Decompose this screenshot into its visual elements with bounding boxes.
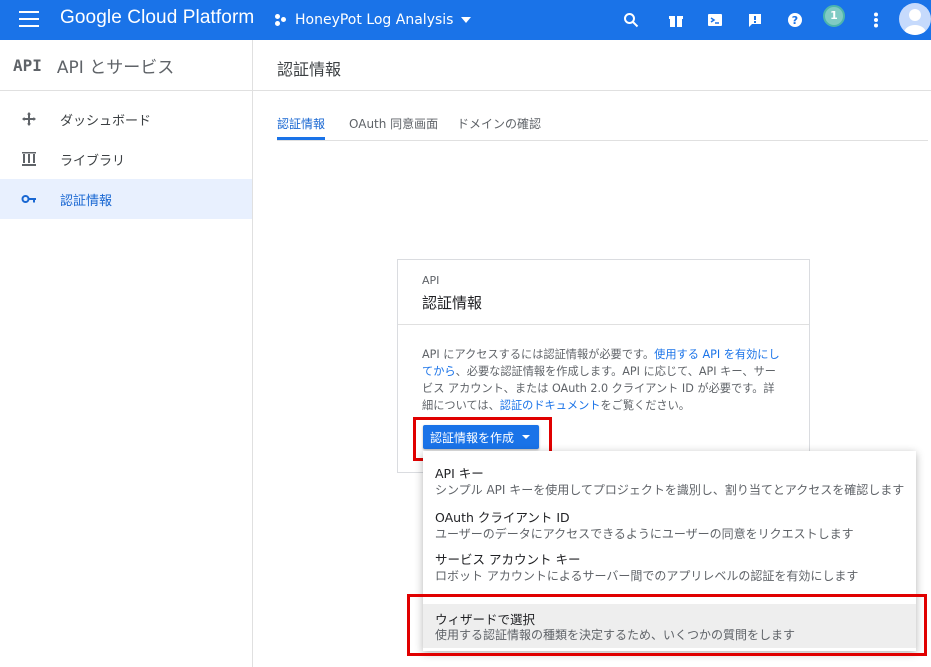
feedback-icon[interactable] [744, 9, 766, 31]
menu-item-title: サービス アカウント キー [435, 552, 581, 567]
sidebar: API API とサービス ダッシュボード ライブラリ 認証情報 [0, 40, 253, 667]
project-selector[interactable]: HoneyPot Log Analysis [275, 0, 472, 40]
menu-item-description: ユーザーのデータにアクセスできるようにユーザーの同意をリクエストします [435, 527, 854, 541]
page-title: 認証情報 [277, 60, 342, 79]
sidebar-title: API とサービス [56, 57, 175, 78]
svg-text:?: ? [792, 14, 798, 27]
tab-domain-verification[interactable]: ドメインの確認 [457, 115, 541, 132]
avatar[interactable] [899, 3, 931, 35]
tab-credentials[interactable]: 認証情報 [277, 115, 325, 132]
docs-link[interactable]: 認証のドキュメント [500, 399, 601, 412]
chevron-down-icon [461, 17, 472, 23]
tab-active-indicator [277, 137, 325, 140]
page-header: 認証情報 [253, 40, 931, 91]
search-icon[interactable] [620, 9, 642, 31]
menu-item-api-key[interactable]: API キー シンプル API キーを使用してプロジェクトを識別し、割り当てとア… [423, 457, 916, 503]
menu-icon[interactable] [19, 11, 39, 29]
card-title: 認証情報 [422, 294, 483, 312]
sidebar-item-label: ダッシュボード [60, 113, 152, 129]
menu-item-oauth-client-id[interactable]: OAuth クライアント ID ユーザーのデータにアクセスできるようにユーザーの… [423, 501, 916, 547]
highlight-box-wizard [407, 594, 927, 656]
menu-item-description: ロボット アカウントによるサーバー間でのアプリレベルの認証を有効にします [435, 569, 859, 583]
notification-badge[interactable]: 1 [823, 5, 845, 27]
card-subtitle: API [422, 274, 440, 287]
top-app-bar: Google Cloud Platform HoneyPot Log Analy… [0, 0, 931, 40]
gift-icon[interactable] [665, 9, 687, 31]
sidebar-item-label: ライブラリ [60, 153, 126, 169]
sidebar-item-credentials[interactable]: 認証情報 [0, 179, 252, 219]
card-description: API にアクセスするには認証情報が必要です。使用する API を有効にしてから… [422, 346, 784, 414]
description-text: をご覧ください。 [600, 399, 690, 412]
sidebar-item-dashboard[interactable]: ダッシュボード [0, 99, 252, 139]
project-icon [275, 14, 287, 26]
brand-title[interactable]: Google Cloud Platform [60, 7, 254, 29]
library-icon [20, 150, 38, 168]
api-logo: API [13, 55, 42, 75]
dashboard-icon [20, 110, 38, 128]
menu-item-title: OAuth クライアント ID [435, 510, 570, 525]
tab-oauth-consent[interactable]: OAuth 同意画面 [349, 115, 438, 132]
tab-bar: 認証情報 OAuth 同意画面 ドメインの確認 [277, 104, 928, 141]
menu-item-service-account-key[interactable]: サービス アカウント キー ロボット アカウントによるサーバー間でのアプリレベル… [423, 543, 916, 589]
menu-item-title: API キー [435, 466, 484, 481]
divider [398, 324, 809, 325]
key-icon [20, 190, 38, 208]
sidebar-item-label: 認証情報 [60, 193, 113, 209]
more-vert-icon[interactable] [865, 9, 887, 31]
sidebar-header: API API とサービス [0, 40, 252, 91]
project-name: HoneyPot Log Analysis [295, 12, 454, 28]
sidebar-item-library[interactable]: ライブラリ [0, 139, 252, 179]
menu-item-description: シンプル API キーを使用してプロジェクトを識別し、割り当てとアクセスを確認し… [435, 483, 905, 497]
cloud-shell-icon[interactable] [704, 9, 726, 31]
description-text: API にアクセスするには認証情報が必要です。 [422, 348, 655, 361]
help-icon[interactable]: ? [784, 9, 806, 31]
